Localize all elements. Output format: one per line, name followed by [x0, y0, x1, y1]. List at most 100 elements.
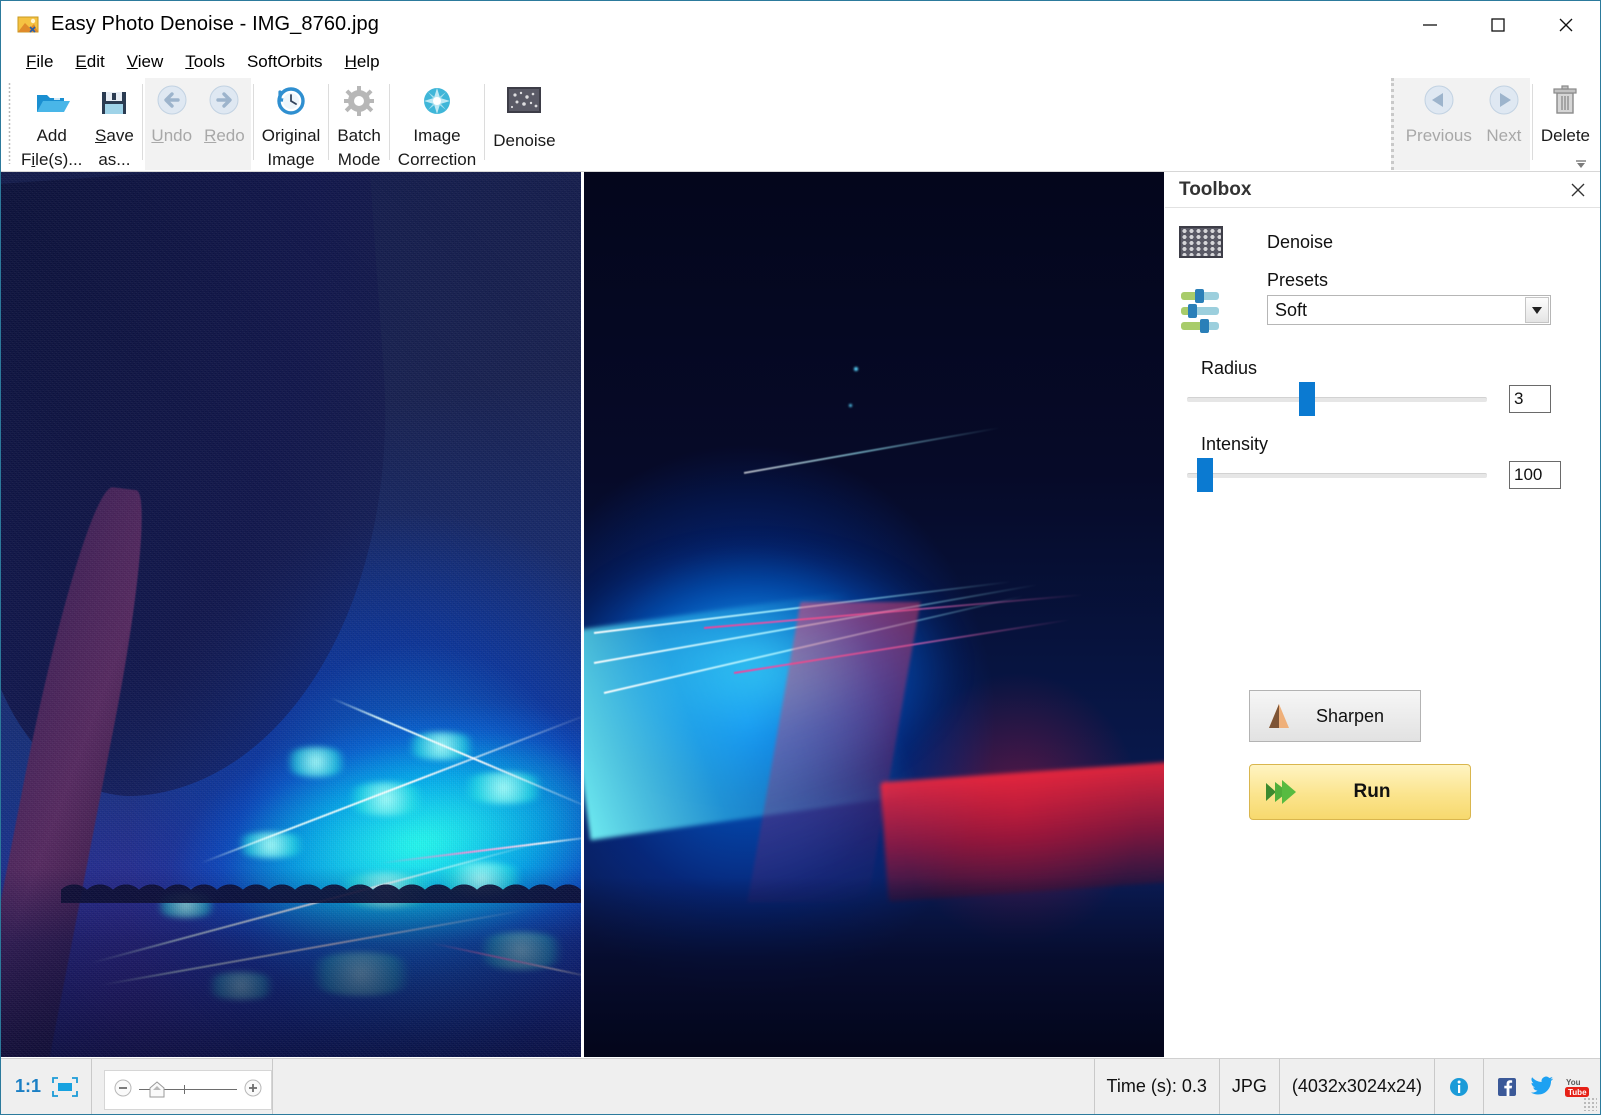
- batch-mode-button[interactable]: Batch Mode: [331, 78, 386, 172]
- batch-mode-label-1: Batch: [337, 126, 381, 145]
- delete-button[interactable]: Delete: [1535, 78, 1596, 148]
- zoom-ratio-label[interactable]: 1:1: [15, 1076, 41, 1097]
- toolbox-close-icon[interactable]: [1566, 178, 1590, 202]
- batch-mode-label-2: Mode: [337, 150, 381, 169]
- menu-softorbits[interactable]: SoftOrbits: [236, 50, 334, 74]
- zoom-plus-icon[interactable]: [243, 1078, 263, 1103]
- denoise-button[interactable]: Denoise: [487, 78, 561, 153]
- floppy-disk-icon: [94, 82, 134, 122]
- save-as-label-1: Save: [95, 126, 134, 145]
- presets-label: Presets: [1267, 270, 1329, 290]
- add-files-button[interactable]: Add File(s)...: [15, 78, 88, 172]
- window-title: Easy Photo Denoise - IMG_8760.jpg: [51, 13, 379, 35]
- application-window: Easy Photo Denoise - IMG_8760.jpg File E…: [0, 0, 1601, 1115]
- image-correction-button[interactable]: Image Correction: [392, 78, 482, 172]
- radius-slider-thumb[interactable]: [1299, 382, 1315, 416]
- image-correction-label-2: Correction: [397, 150, 477, 169]
- intensity-value-input[interactable]: 100: [1509, 461, 1561, 489]
- status-bar: 1:1 Time (s): 0.3 JPG (4032x3024x24) You…: [1, 1058, 1600, 1114]
- app-icon: [17, 14, 41, 36]
- image-dimensions-cell: (4032x3024x24): [1280, 1059, 1435, 1114]
- intensity-slider[interactable]: [1187, 458, 1487, 492]
- radius-slider[interactable]: [1187, 382, 1487, 416]
- denoise-icon: [504, 84, 544, 118]
- svg-text:You: You: [1566, 1078, 1581, 1087]
- menu-file[interactable]: File: [15, 50, 64, 74]
- sharpen-button[interactable]: Sharpen: [1249, 690, 1421, 742]
- youtube-icon[interactable]: You Tube: [1564, 1076, 1589, 1098]
- next-button[interactable]: Next: [1478, 78, 1530, 170]
- presets-block: Presets Soft: [1165, 270, 1600, 340]
- toolbar-ribbon: Add File(s)... Save as... Undo Redo Orig…: [1, 76, 1600, 172]
- starburst-icon: [417, 82, 457, 122]
- presets-selected-value: Soft: [1275, 299, 1308, 320]
- add-files-label-1: Add: [36, 126, 67, 145]
- intensity-control: Intensity 100: [1165, 434, 1600, 492]
- original-noisy-preview[interactable]: [1, 172, 581, 1057]
- navigation-group: Previous Next Delete: [1390, 78, 1596, 170]
- sky-star: [849, 404, 852, 407]
- sky-star: [854, 367, 858, 371]
- save-as-button[interactable]: Save as...: [88, 78, 140, 172]
- facebook-icon[interactable]: [1496, 1076, 1520, 1098]
- green-double-arrow-icon: [1264, 778, 1298, 806]
- run-button[interactable]: Run: [1249, 764, 1471, 820]
- toolbox-body: Denoise Presets Soft Radius 3 Intensity …: [1165, 208, 1600, 1057]
- undo-label: Undo: [151, 126, 193, 145]
- zoom-slider-tool[interactable]: [104, 1070, 273, 1110]
- previous-button[interactable]: Previous: [1400, 78, 1478, 170]
- trash-icon: [1545, 82, 1585, 122]
- redo-button[interactable]: Redo: [198, 78, 251, 170]
- twitter-icon[interactable]: [1530, 1076, 1554, 1098]
- processing-time-cell: Time (s): 0.3: [1095, 1059, 1220, 1114]
- status-spacer: [273, 1059, 1095, 1114]
- zoom-home-icon[interactable]: [149, 1081, 165, 1104]
- title-bar: Easy Photo Denoise - IMG_8760.jpg: [1, 1, 1600, 48]
- toolbar-drag-handle[interactable]: [8, 82, 11, 164]
- menu-tools[interactable]: Tools: [174, 50, 236, 74]
- toolbar-separator-4: [388, 84, 390, 160]
- redo-arrow-icon: [204, 82, 244, 122]
- laser-blob: [341, 782, 431, 816]
- toolbar-separator-2: [252, 84, 254, 160]
- original-image-button[interactable]: Original Image: [256, 78, 327, 172]
- save-as-label-2: as...: [98, 150, 131, 169]
- gear-icon: [339, 82, 379, 122]
- redo-label: Redo: [204, 126, 245, 145]
- undo-arrow-icon: [152, 82, 192, 122]
- crowd-heads: [61, 867, 581, 907]
- fit-to-window-icon[interactable]: [51, 1076, 79, 1098]
- minimize-button[interactable]: [1396, 1, 1464, 48]
- menu-view[interactable]: View: [116, 50, 175, 74]
- radius-label: Radius: [1201, 358, 1258, 378]
- presets-dropdown[interactable]: Soft: [1267, 295, 1551, 325]
- menu-bar: File Edit View Tools SoftOrbits Help: [1, 48, 1600, 76]
- zoom-slider-track[interactable]: [139, 1080, 238, 1100]
- image-correction-label-1: Image: [413, 126, 461, 145]
- chevron-down-icon[interactable]: [1525, 297, 1549, 323]
- intensity-label: Intensity: [1201, 434, 1269, 454]
- undo-button[interactable]: Undo: [145, 78, 198, 170]
- sharpen-triangle-icon: [1264, 701, 1294, 731]
- info-icon[interactable]: [1447, 1076, 1471, 1098]
- laser-blob: [281, 747, 351, 777]
- radius-value-input[interactable]: 3: [1509, 385, 1551, 413]
- ground-silhouette: [584, 877, 1164, 1057]
- expand-ribbon-button[interactable]: [1572, 157, 1590, 169]
- active-tool-name: Denoise: [1267, 231, 1334, 252]
- radius-control: Radius 3: [1165, 358, 1600, 416]
- svg-text:Tube: Tube: [1568, 1088, 1587, 1097]
- zoom-minus-icon[interactable]: [113, 1078, 133, 1103]
- toolbar-separator-5: [484, 84, 486, 160]
- denoised-preview[interactable]: [584, 172, 1164, 1057]
- menu-help[interactable]: Help: [334, 50, 391, 74]
- menu-edit[interactable]: Edit: [64, 50, 115, 74]
- intensity-slider-thumb[interactable]: [1197, 458, 1213, 492]
- arrow-left-circle-icon: [1419, 82, 1459, 122]
- resize-grip[interactable]: [1583, 1097, 1597, 1111]
- toolbox-header: Toolbox: [1165, 172, 1600, 208]
- laser-blob: [456, 772, 551, 804]
- close-button[interactable]: [1532, 1, 1600, 48]
- previous-label: Previous: [1405, 126, 1472, 145]
- maximize-button[interactable]: [1464, 1, 1532, 48]
